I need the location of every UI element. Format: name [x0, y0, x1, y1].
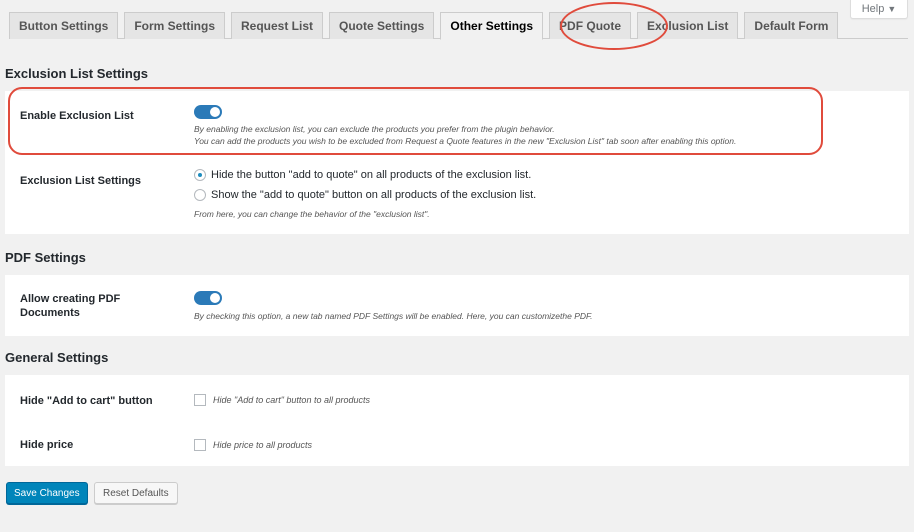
hide-add-to-cart-checkbox-label: Hide "Add to cart" button to all product…	[213, 395, 370, 405]
toggle-knob	[210, 293, 220, 303]
hide-price-label: Hide price	[20, 439, 74, 451]
show-button-radio[interactable]	[194, 189, 206, 201]
hide-price-checkbox-label: Hide price to all products	[213, 440, 313, 450]
general-section-title: General Settings	[5, 350, 109, 365]
exclusion-behavior-label: Exclusion List Settings	[20, 175, 142, 187]
reset-defaults-button[interactable]: Reset Defaults	[94, 482, 178, 504]
tab-other-settings[interactable]: Other Settings	[440, 12, 544, 40]
settings-tabs: Button Settings Form Settings Request Li…	[9, 12, 908, 40]
show-button-option-label: Show the "add to quote" button on all pr…	[211, 189, 537, 201]
allow-pdf-desc: By checking this option, a new tab named…	[194, 311, 593, 321]
hide-add-to-cart-label: Hide "Add to cart" button	[20, 395, 153, 407]
exclusion-behavior-desc: From here, you can change the behavior o…	[194, 209, 430, 219]
pdf-section-title: PDF Settings	[5, 250, 86, 265]
pdf-settings-card: Allow creating PDF Documents By checking…	[5, 275, 909, 336]
show-button-option[interactable]: Show the "add to quote" button on all pr…	[194, 189, 536, 201]
tab-quote-settings[interactable]: Quote Settings	[329, 12, 435, 39]
hide-price-option[interactable]: Hide price to all products	[194, 439, 312, 451]
hide-add-to-cart-option[interactable]: Hide "Add to cart" button to all product…	[194, 394, 370, 406]
exclusion-section-title: Exclusion List Settings	[5, 66, 149, 81]
tab-form-settings[interactable]: Form Settings	[124, 12, 225, 39]
save-changes-button[interactable]: Save Changes	[6, 482, 88, 504]
allow-pdf-toggle[interactable]	[194, 291, 222, 305]
hide-button-option[interactable]: Hide the button "add to quote" on all pr…	[194, 169, 536, 181]
allow-pdf-label-line-2: Documents	[20, 307, 80, 319]
hide-price-checkbox[interactable]	[194, 439, 206, 451]
hide-button-option-label: Hide the button "add to quote" on all pr…	[211, 169, 532, 181]
hide-button-radio[interactable]	[194, 169, 206, 181]
tab-button-settings[interactable]: Button Settings	[9, 12, 119, 39]
tab-default-form[interactable]: Default Form	[744, 12, 839, 39]
enable-exclusion-highlight	[8, 87, 823, 155]
general-settings-card: Hide "Add to cart" button Hide "Add to c…	[5, 375, 909, 466]
allow-pdf-label-line-1: Allow creating PDF	[20, 293, 121, 305]
tab-request-list[interactable]: Request List	[231, 12, 324, 39]
allow-pdf-label: Allow creating PDF Documents	[20, 292, 120, 320]
exclusion-behavior-row: Exclusion List Settings Hide the button …	[5, 153, 909, 234]
exclusion-tab-highlight	[560, 2, 668, 50]
hide-add-to-cart-checkbox[interactable]	[194, 394, 206, 406]
